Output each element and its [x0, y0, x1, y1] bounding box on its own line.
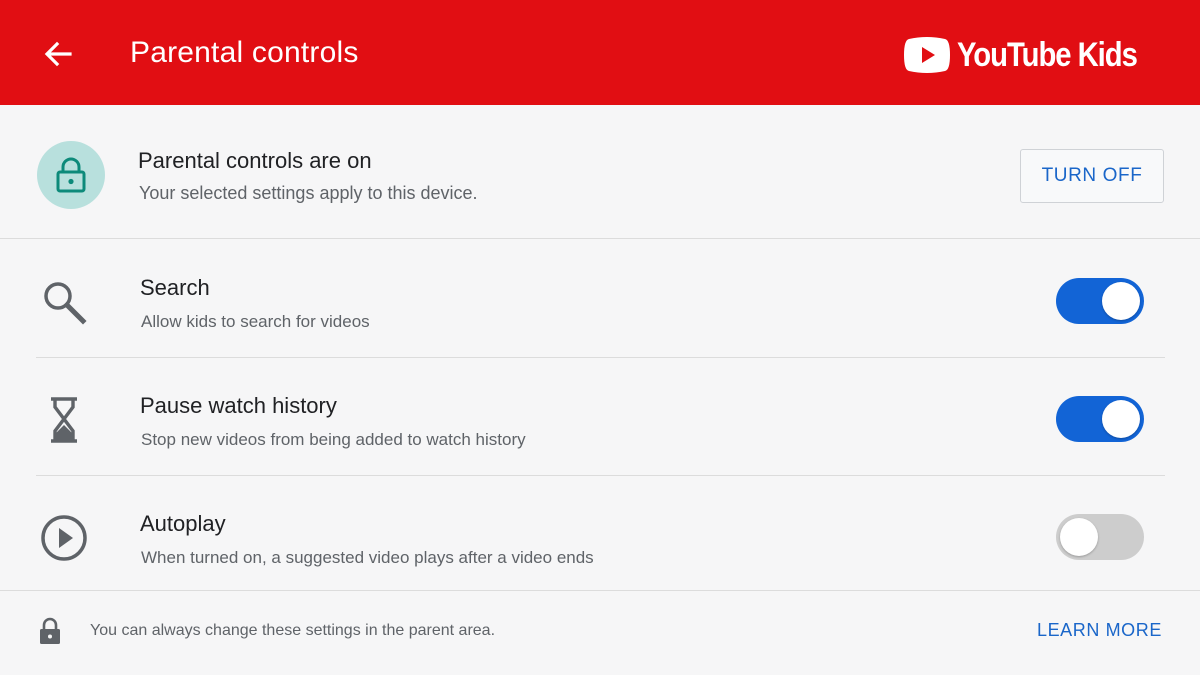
page-title: Parental controls [130, 36, 359, 69]
toggle-knob [1060, 518, 1098, 556]
parental-status-row: Parental controls are on Your selected s… [0, 105, 1200, 239]
play-logo-icon [903, 37, 950, 73]
setting-title: Autoplay [140, 511, 226, 536]
setting-search: Search Allow kids to search for videos [36, 240, 1165, 358]
back-button[interactable] [36, 32, 80, 76]
setting-pause-watch-history: Pause watch history Stop new videos from… [36, 358, 1165, 476]
youtube-kids-logo: YouTube Kids [903, 34, 1166, 76]
setting-icon-wrapper [36, 278, 92, 326]
toggle-knob [1102, 400, 1140, 438]
setting-subtitle: When turned on, a suggested video plays … [141, 548, 594, 567]
app-header: Parental controls YouTube Kids [0, 0, 1200, 105]
footer-text: You can always change these settings in … [90, 622, 496, 639]
logo-text: YouTube Kids [956, 35, 1138, 74]
setting-subtitle: Allow kids to search for videos [141, 312, 370, 331]
setting-subtitle: Stop new videos from being added to watc… [141, 430, 526, 449]
status-badge [37, 141, 105, 209]
hourglass-icon [51, 397, 77, 443]
search-toggle[interactable] [1056, 278, 1144, 324]
footer-bar: You can always change these settings in … [0, 590, 1200, 675]
pause-history-toggle[interactable] [1056, 396, 1144, 442]
setting-autoplay: Autoplay When turned on, a suggested vid… [36, 476, 1165, 594]
setting-icon-wrapper [36, 396, 92, 444]
turn-off-button[interactable]: TURN OFF [1020, 149, 1164, 203]
toggle-knob [1102, 282, 1140, 320]
lock-icon [40, 617, 60, 644]
setting-title: Pause watch history [140, 393, 337, 418]
setting-icon-wrapper [36, 514, 92, 562]
learn-more-link[interactable]: LEARN MORE [1037, 620, 1162, 641]
arrow-left-icon [44, 41, 72, 67]
setting-title: Search [140, 275, 210, 300]
status-title: Parental controls are on [138, 148, 372, 173]
lock-icon [56, 157, 86, 193]
status-subtitle: Your selected settings apply to this dev… [139, 183, 478, 203]
autoplay-toggle[interactable] [1056, 514, 1144, 560]
search-icon [44, 282, 87, 325]
play-circle-icon [41, 515, 87, 561]
